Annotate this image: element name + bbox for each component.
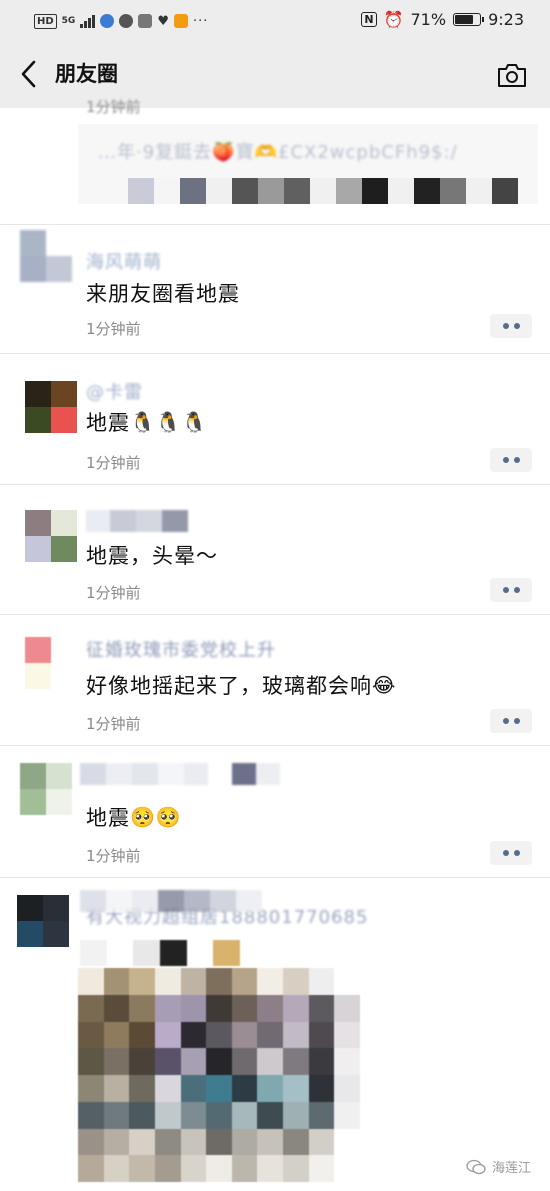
pixelated-photo[interactable] bbox=[78, 968, 360, 1182]
post-text: 地震 bbox=[86, 806, 130, 830]
camera-icon[interactable] bbox=[497, 62, 527, 88]
more-options-button[interactable] bbox=[490, 448, 532, 472]
status-bar-right: N ⏰ 71% 9:23 bbox=[361, 10, 524, 29]
more-options-button[interactable] bbox=[490, 841, 532, 865]
divider bbox=[0, 353, 550, 354]
avatar[interactable] bbox=[25, 510, 77, 562]
post-text: 好像地摇起来了，玻璃都会响 bbox=[86, 674, 372, 698]
divider bbox=[0, 877, 550, 878]
avatar[interactable] bbox=[20, 763, 72, 815]
avatar[interactable] bbox=[25, 637, 77, 689]
post-time: 1分钟前 bbox=[86, 584, 141, 602]
watermark-text: 海莲江 bbox=[492, 1161, 532, 1176]
clock: 9:23 bbox=[488, 10, 524, 29]
chevron-left-icon[interactable] bbox=[20, 60, 36, 88]
user-name[interactable]: @卡雷 bbox=[86, 378, 143, 404]
post-text-row: 地震 🐧🐧🐧 bbox=[86, 407, 208, 437]
post-text-row: 地震 🥺🥺 bbox=[86, 802, 182, 832]
wechat-official-account-icon bbox=[466, 1159, 486, 1174]
alarm-icon: ⏰ bbox=[383, 10, 404, 29]
page-title: 朋友圈 bbox=[55, 62, 118, 86]
divider bbox=[0, 745, 550, 746]
battery-percent: 71% bbox=[410, 10, 447, 29]
more-options-button[interactable] bbox=[490, 314, 532, 338]
user-name-blurred bbox=[80, 890, 262, 912]
blurred-share-text: …年·9复鋌去🍑寶🫶£CX2wcpbCFh9$:/ bbox=[98, 142, 458, 163]
divider bbox=[0, 614, 550, 615]
hd-badge: HD bbox=[34, 13, 57, 29]
user-name[interactable]: 海风萌萌 bbox=[86, 248, 162, 274]
post-text: 来朋友圈看地震 bbox=[86, 282, 240, 306]
avatar[interactable] bbox=[17, 895, 69, 947]
avatar[interactable] bbox=[20, 230, 72, 282]
post-text: 地震 bbox=[86, 411, 130, 435]
post-text: 地震，头晕～ bbox=[86, 544, 218, 568]
signal-icon bbox=[80, 14, 96, 28]
post-time: 1分钟前 bbox=[86, 454, 141, 472]
more-icon: ··· bbox=[192, 13, 209, 29]
post-time: 1分钟前 bbox=[86, 847, 141, 865]
network-type: 5G bbox=[61, 16, 76, 26]
blurred-tiles bbox=[128, 178, 518, 204]
watermark: 海莲江 bbox=[466, 1157, 531, 1176]
user-name[interactable]: 征婚玫瑰市委党校上升 bbox=[86, 636, 276, 662]
post-text-row: 好像地摇起来了，玻璃都会响 😂 bbox=[86, 670, 396, 700]
user-name-blurred[interactable] bbox=[86, 510, 188, 532]
post-time: 1分钟前 bbox=[86, 98, 141, 116]
user-name-blurred[interactable] bbox=[80, 763, 280, 785]
blurred-caption-strip bbox=[80, 940, 241, 966]
post-time: 1分钟前 bbox=[86, 320, 141, 338]
laughing-crying-emoji: 😂 bbox=[372, 673, 397, 697]
app-icon bbox=[100, 14, 115, 28]
heartbeat-icon: ♥ bbox=[157, 13, 169, 29]
more-options-button[interactable] bbox=[490, 578, 532, 602]
divider bbox=[0, 484, 550, 485]
post-time: 1分钟前 bbox=[86, 715, 141, 733]
video-app-icon bbox=[173, 14, 188, 28]
wechat-icon bbox=[119, 14, 134, 28]
battery-icon bbox=[453, 13, 485, 26]
pleading-face-emoji: 🥺🥺 bbox=[130, 805, 182, 829]
avatar[interactable] bbox=[25, 381, 77, 433]
shared-link-card[interactable]: …年·9复鋌去🍑寶🫶£CX2wcpbCFh9$:/ bbox=[78, 124, 538, 204]
status-bar-left: HD 5G ♥ ··· bbox=[34, 11, 208, 31]
more-options-button[interactable] bbox=[490, 709, 532, 733]
divider bbox=[0, 224, 550, 225]
bird-icon bbox=[138, 14, 153, 28]
nfc-icon: N bbox=[361, 12, 377, 27]
penguin-emoji: 🐧🐧🐧 bbox=[130, 410, 208, 434]
